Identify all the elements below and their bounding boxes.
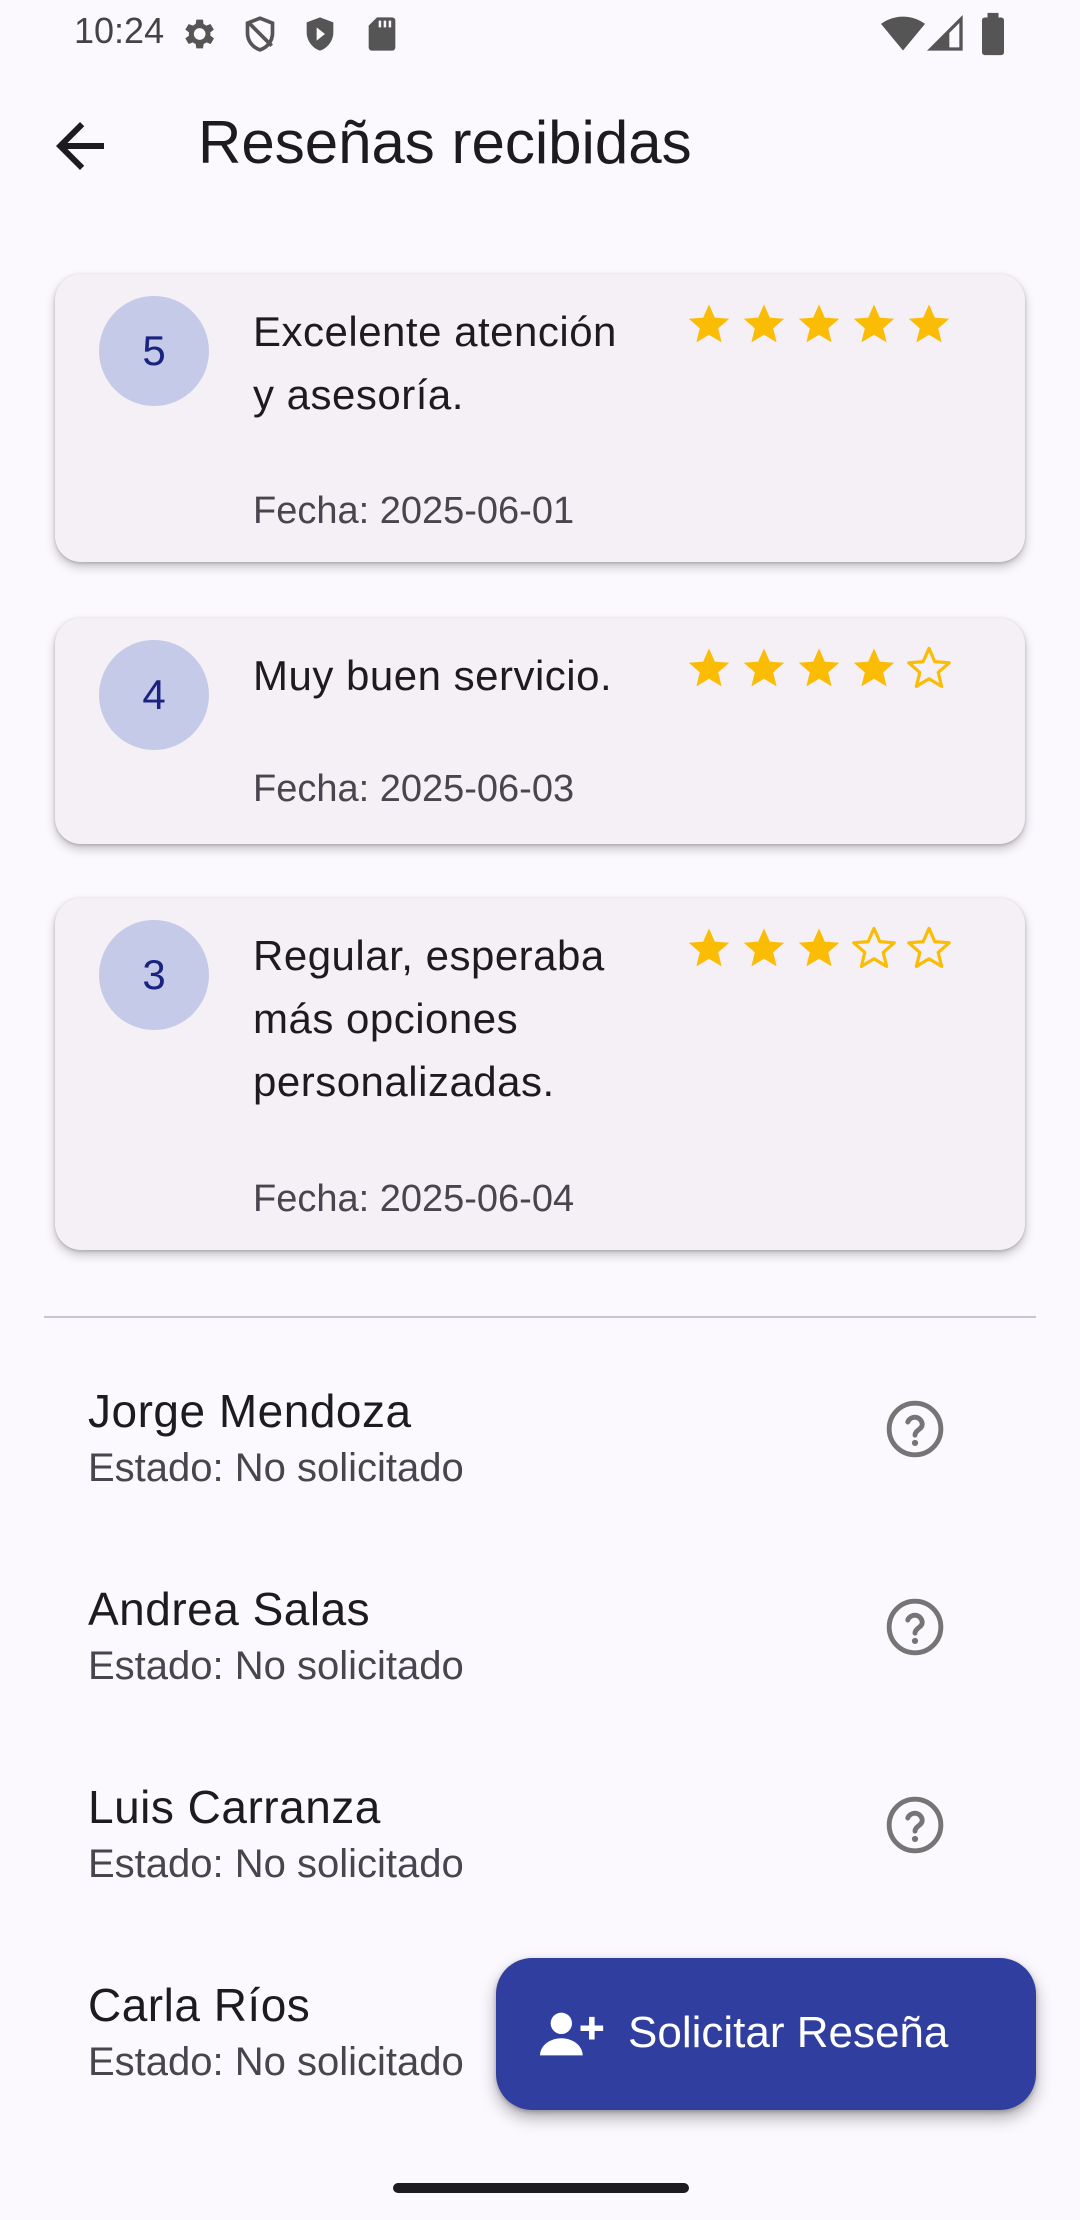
- arrow-left-icon[interactable]: [44, 110, 116, 182]
- review-date: Fecha: 2025-06-04: [253, 1178, 575, 1220]
- list-item[interactable]: Jorge Mendoza Estado: No solicitado: [0, 1384, 1080, 1534]
- list-item[interactable]: Luis Carranza Estado: No solicitado: [0, 1780, 1080, 1930]
- review-comment: Muy buen servicio.: [253, 652, 613, 699]
- help-circle-icon[interactable]: [884, 1596, 946, 1658]
- signal-icon: [926, 14, 963, 51]
- review-date: Fecha: 2025-06-03: [253, 768, 575, 810]
- request-status: Estado: No solicitado: [88, 2040, 464, 2084]
- rating-avatar: 3: [99, 920, 209, 1030]
- home-indicator: [393, 2183, 689, 2193]
- play-protect-icon: [306, 17, 334, 51]
- star-filled-icon: [688, 648, 730, 687]
- review-comment: Excelente atención y asesoría.: [253, 308, 617, 418]
- star-filled-icon: [743, 648, 785, 687]
- wifi-icon: [881, 16, 925, 51]
- star-filled-icon: [853, 648, 895, 687]
- star-filled-icon: [688, 928, 730, 967]
- app-bar: Reseñas recibidas: [0, 90, 1080, 200]
- page-title: Reseñas recibidas: [198, 109, 692, 176]
- settings-icon: [185, 19, 214, 49]
- star-rating: [685, 300, 953, 348]
- battery-icon: [982, 12, 1004, 56]
- star-rating: [685, 644, 953, 692]
- star-filled-icon: [743, 304, 785, 343]
- divider: [44, 1316, 1036, 1318]
- star-filled-icon: [853, 304, 895, 343]
- fab-label: Solicitar Reseña: [628, 2008, 949, 2057]
- client-name: Andrea Salas: [88, 1583, 371, 1635]
- star-filled-icon: [798, 304, 840, 343]
- list-item[interactable]: Andrea Salas Estado: No solicitado: [0, 1582, 1080, 1732]
- status-time: 10:24: [74, 10, 165, 51]
- request-status: Estado: No solicitado: [88, 1446, 464, 1490]
- star-rating: [685, 924, 953, 972]
- star-outline-icon: [907, 646, 951, 688]
- client-name: Luis Carranza: [88, 1781, 381, 1833]
- rating-avatar: 4: [99, 640, 209, 750]
- star-filled-icon: [743, 928, 785, 967]
- star-filled-icon: [798, 928, 840, 967]
- review-card: 4 Muy buen servicio. Fecha: 2025-06-03: [55, 618, 1025, 844]
- status-bar: 10:24: [0, 0, 1080, 64]
- person-add-icon: [540, 2012, 604, 2056]
- rating-avatar: 5: [99, 296, 209, 406]
- star-filled-icon: [688, 304, 730, 343]
- sd-card-icon: [368, 17, 396, 51]
- star-outline-icon: [907, 926, 951, 968]
- shield-icon: [245, 16, 275, 52]
- request-status: Estado: No solicitado: [88, 1644, 464, 1688]
- request-review-button[interactable]: Solicitar Reseña: [496, 1958, 1036, 2110]
- client-name: Carla Ríos: [88, 1979, 311, 2031]
- request-status: Estado: No solicitado: [88, 1842, 464, 1886]
- star-filled-icon: [908, 304, 950, 343]
- review-card: 3 Regular, esperaba más opciones persona…: [55, 898, 1025, 1250]
- review-comment: Regular, esperaba más opciones personali…: [253, 932, 605, 1105]
- review-date: Fecha: 2025-06-01: [253, 490, 575, 532]
- star-filled-icon: [798, 648, 840, 687]
- review-card: 5 Excelente atención y asesoría. Fecha: …: [55, 274, 1025, 562]
- client-name: Jorge Mendoza: [88, 1385, 412, 1437]
- help-circle-icon[interactable]: [884, 1398, 946, 1460]
- help-circle-icon[interactable]: [884, 1794, 946, 1856]
- star-outline-icon: [852, 926, 896, 968]
